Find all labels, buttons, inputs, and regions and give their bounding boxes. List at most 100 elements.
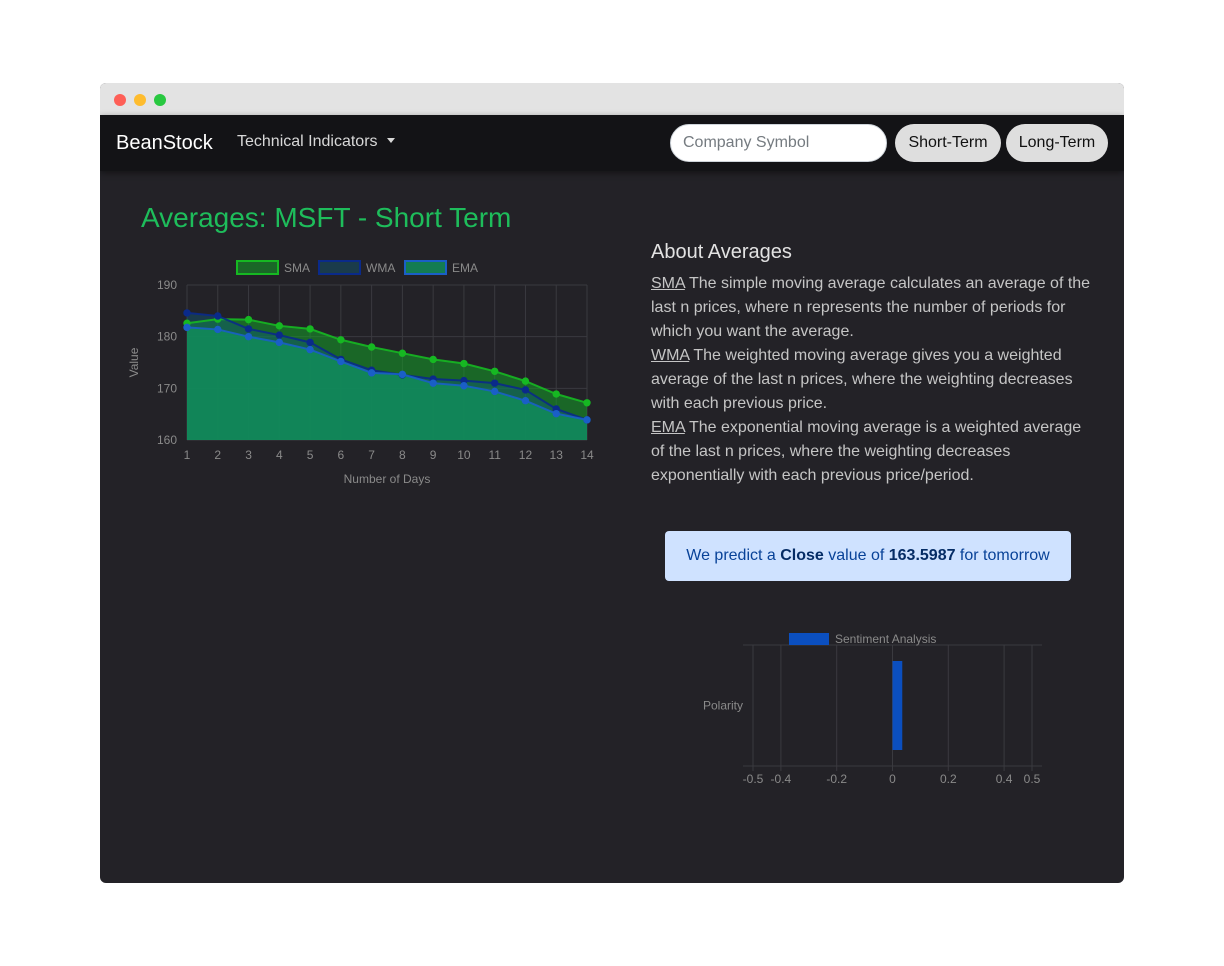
prediction-prefix: We predict a [686, 547, 781, 564]
brand-logo-link[interactable]: BeanStock [116, 132, 213, 155]
y-tick-label: 190 [157, 278, 177, 292]
x-tick-label: 0.4 [996, 772, 1013, 786]
x-tick-label: 8 [399, 448, 406, 462]
data-point-sma [337, 336, 345, 344]
y-tick-label: 180 [157, 330, 177, 344]
x-tick-label: 13 [550, 448, 564, 462]
x-tick-label: 14 [580, 448, 594, 462]
close-window-button[interactable] [114, 94, 126, 106]
x-tick-label: 11 [488, 448, 501, 462]
about-averages-section: About Averages SMA The simple moving ave… [651, 241, 1091, 488]
sma-text: The simple moving average calculates an … [651, 275, 1091, 340]
category-label: Polarity [703, 699, 743, 713]
x-tick-label: 5 [307, 448, 314, 462]
data-point-sma [429, 355, 437, 364]
data-point-sma [367, 343, 376, 351]
prediction-alert: We predict a Close value of 163.5987 for… [665, 531, 1071, 581]
data-point-sma [244, 315, 253, 324]
prediction-field: Close [780, 547, 824, 564]
data-point-sma [583, 399, 591, 407]
data-point-sma [552, 390, 560, 398]
x-tick-label: 0.5 [1024, 772, 1041, 786]
minimize-window-button[interactable] [134, 94, 146, 106]
y-axis-title: Value [127, 347, 141, 377]
x-tick-label: 3 [245, 448, 252, 462]
prediction-value: 163.5987 [888, 547, 956, 564]
x-tick-label: -0.4 [771, 772, 792, 786]
data-point-wma [214, 312, 222, 320]
short-term-button[interactable]: Short-Term [895, 124, 1001, 162]
wma-text: The weighted moving average gives you a … [651, 347, 1073, 412]
data-point-sma [275, 322, 284, 330]
x-tick-label: 1 [184, 448, 191, 462]
data-point-ema [552, 409, 560, 418]
data-point-ema [398, 370, 407, 379]
data-point-wma [183, 309, 191, 317]
data-point-ema [521, 397, 530, 405]
data-point-ema [429, 379, 437, 387]
legend-label-ema: EMA [452, 261, 478, 275]
data-point-sma [490, 367, 499, 375]
data-point-wma [306, 338, 314, 347]
legend-swatch-sentiment [789, 633, 829, 645]
ema-description: EMA The exponential moving average is a … [651, 416, 1091, 488]
data-point-ema [214, 325, 222, 334]
x-tick-label: 10 [457, 448, 471, 462]
about-heading: About Averages [651, 241, 792, 263]
x-tick-label: 9 [430, 448, 437, 462]
ema-term: EMA [651, 419, 685, 436]
company-symbol-input[interactable] [670, 124, 887, 162]
data-point-sma [521, 377, 530, 385]
sma-description: SMA The simple moving average calculates… [651, 272, 1091, 344]
legend-label-wma: WMA [366, 261, 395, 275]
y-tick-label: 160 [157, 433, 177, 447]
legend-label-sentiment: Sentiment Analysis [835, 632, 936, 646]
legend-swatch-sma [236, 260, 279, 275]
data-point-sma [460, 359, 468, 368]
maximize-window-button[interactable] [154, 94, 166, 106]
sentiment-bar [892, 661, 903, 750]
window-titlebar [100, 83, 1124, 115]
legend-swatch-ema [404, 260, 447, 275]
technical-indicators-dropdown[interactable]: Technical Indicators [237, 133, 395, 151]
x-tick-label: 6 [338, 448, 345, 462]
data-point-ema [306, 345, 314, 354]
x-tick-label: -0.5 [743, 772, 764, 786]
prediction-suffix: for tomorrow [955, 547, 1050, 564]
x-tick-label: -0.2 [826, 772, 847, 786]
page-title: Averages: MSFT - Short Term [141, 202, 512, 233]
ema-text: The exponential moving average is a weig… [651, 419, 1082, 484]
data-point-ema [460, 382, 468, 390]
data-point-ema [244, 332, 253, 341]
x-tick-label: 0 [889, 772, 896, 786]
dropdown-label: Technical Indicators [237, 133, 378, 150]
data-point-wma [275, 331, 284, 339]
data-point-ema [183, 323, 191, 332]
sentiment-bar-chart: -0.5 -0.4 -0.2 0 0.2 0.4 0.5 Polarity Sentiment … [703, 632, 1042, 786]
browser-window: BeanStock Technical Indicators Short-Ter… [100, 83, 1124, 883]
data-point-sma [398, 349, 407, 357]
x-axis-title: Number of Days [344, 472, 431, 486]
data-point-wma [244, 325, 253, 333]
x-tick-label: 7 [368, 448, 375, 462]
legend-swatch-wma [318, 260, 361, 275]
wma-description: WMA The weighted moving average gives yo… [651, 344, 1091, 416]
data-point-ema [337, 357, 345, 366]
data-point-sma [306, 325, 314, 333]
y-tick-label: 170 [157, 381, 177, 395]
x-tick-label: 12 [519, 448, 533, 462]
long-term-button[interactable]: Long-Term [1006, 124, 1108, 162]
chevron-down-icon [386, 138, 395, 143]
data-point-wma [490, 379, 499, 387]
sma-term: SMA [651, 275, 685, 292]
wma-term: WMA [651, 347, 690, 364]
legend-label-sma: SMA [284, 261, 310, 275]
x-tick-label: 0.2 [940, 772, 957, 786]
prediction-middle: value of [823, 547, 889, 564]
data-point-ema [490, 387, 499, 396]
navbar: BeanStock Technical Indicators Short-Ter… [100, 115, 1124, 171]
data-point-wma [521, 386, 530, 394]
data-point-ema [367, 369, 376, 377]
averages-line-chart: 1 2 3 4 5 6 7 8 9 10 11 12 13 14160170180190Number of… [127, 260, 594, 486]
data-point-ema [583, 416, 591, 424]
